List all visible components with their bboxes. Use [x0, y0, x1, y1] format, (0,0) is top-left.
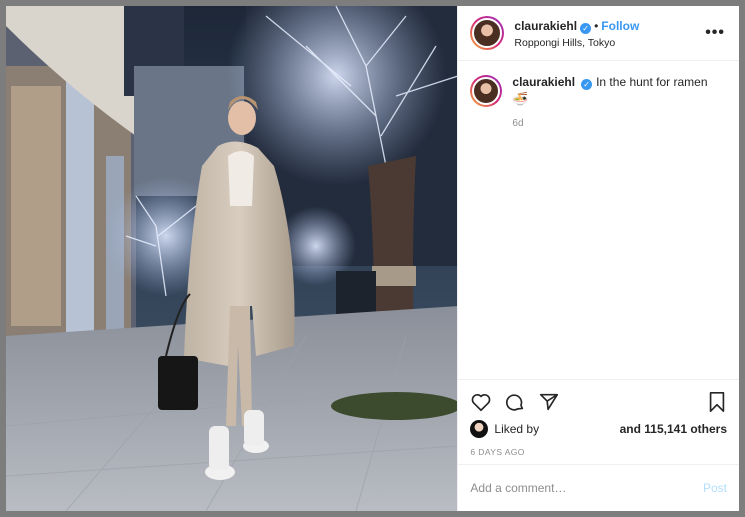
location-link[interactable]: Roppongi Hills, Tokyo	[514, 37, 639, 49]
post-date: 6 DAYS AGO	[470, 447, 525, 457]
liked-by-label: Liked by	[494, 422, 540, 436]
post-modal: claurakiehl ✓ • Follow Roppongi Hills, Toky…	[6, 6, 739, 511]
comment-icon[interactable]	[504, 391, 526, 413]
action-bar	[458, 379, 739, 419]
comment-input[interactable]: Add a comment…	[470, 481, 703, 495]
author-username[interactable]: claurakiehl	[514, 19, 577, 33]
comment-box: Add a comment… Post	[458, 464, 739, 511]
liker-avatar[interactable]	[470, 420, 489, 438]
ramen-emoji: 🍜	[512, 90, 529, 106]
caption-text: In the hunt for ramen	[596, 75, 708, 89]
caption: claurakiehl ✓ In the hunt for ramen 🍜 6d	[458, 61, 739, 130]
likes-row: Liked by and 115,141 others	[470, 420, 727, 438]
follow-button[interactable]: Follow	[601, 19, 639, 33]
post-photo[interactable]	[6, 6, 458, 511]
post-comment-button[interactable]: Post	[703, 481, 727, 495]
share-icon[interactable]	[538, 391, 560, 413]
caption-avatar[interactable]	[470, 75, 503, 107]
caption-username[interactable]: claurakiehl	[512, 75, 575, 89]
separator-dot: •	[594, 18, 599, 33]
likes-count[interactable]: and 115,141 others	[620, 422, 727, 436]
caption-age: 6d	[512, 118, 524, 130]
verified-badge-icon: ✓	[581, 79, 593, 90]
heart-icon[interactable]	[470, 391, 492, 413]
verified-badge-icon: ✓	[580, 22, 592, 34]
more-options-icon[interactable]: •••	[705, 24, 725, 42]
post-header: claurakiehl ✓ • Follow Roppongi Hills, Toky…	[458, 6, 739, 61]
author-avatar[interactable]	[470, 16, 505, 50]
post-sidebar: claurakiehl ✓ • Follow Roppongi Hills, Toky…	[457, 6, 739, 511]
bookmark-icon[interactable]	[707, 391, 727, 413]
